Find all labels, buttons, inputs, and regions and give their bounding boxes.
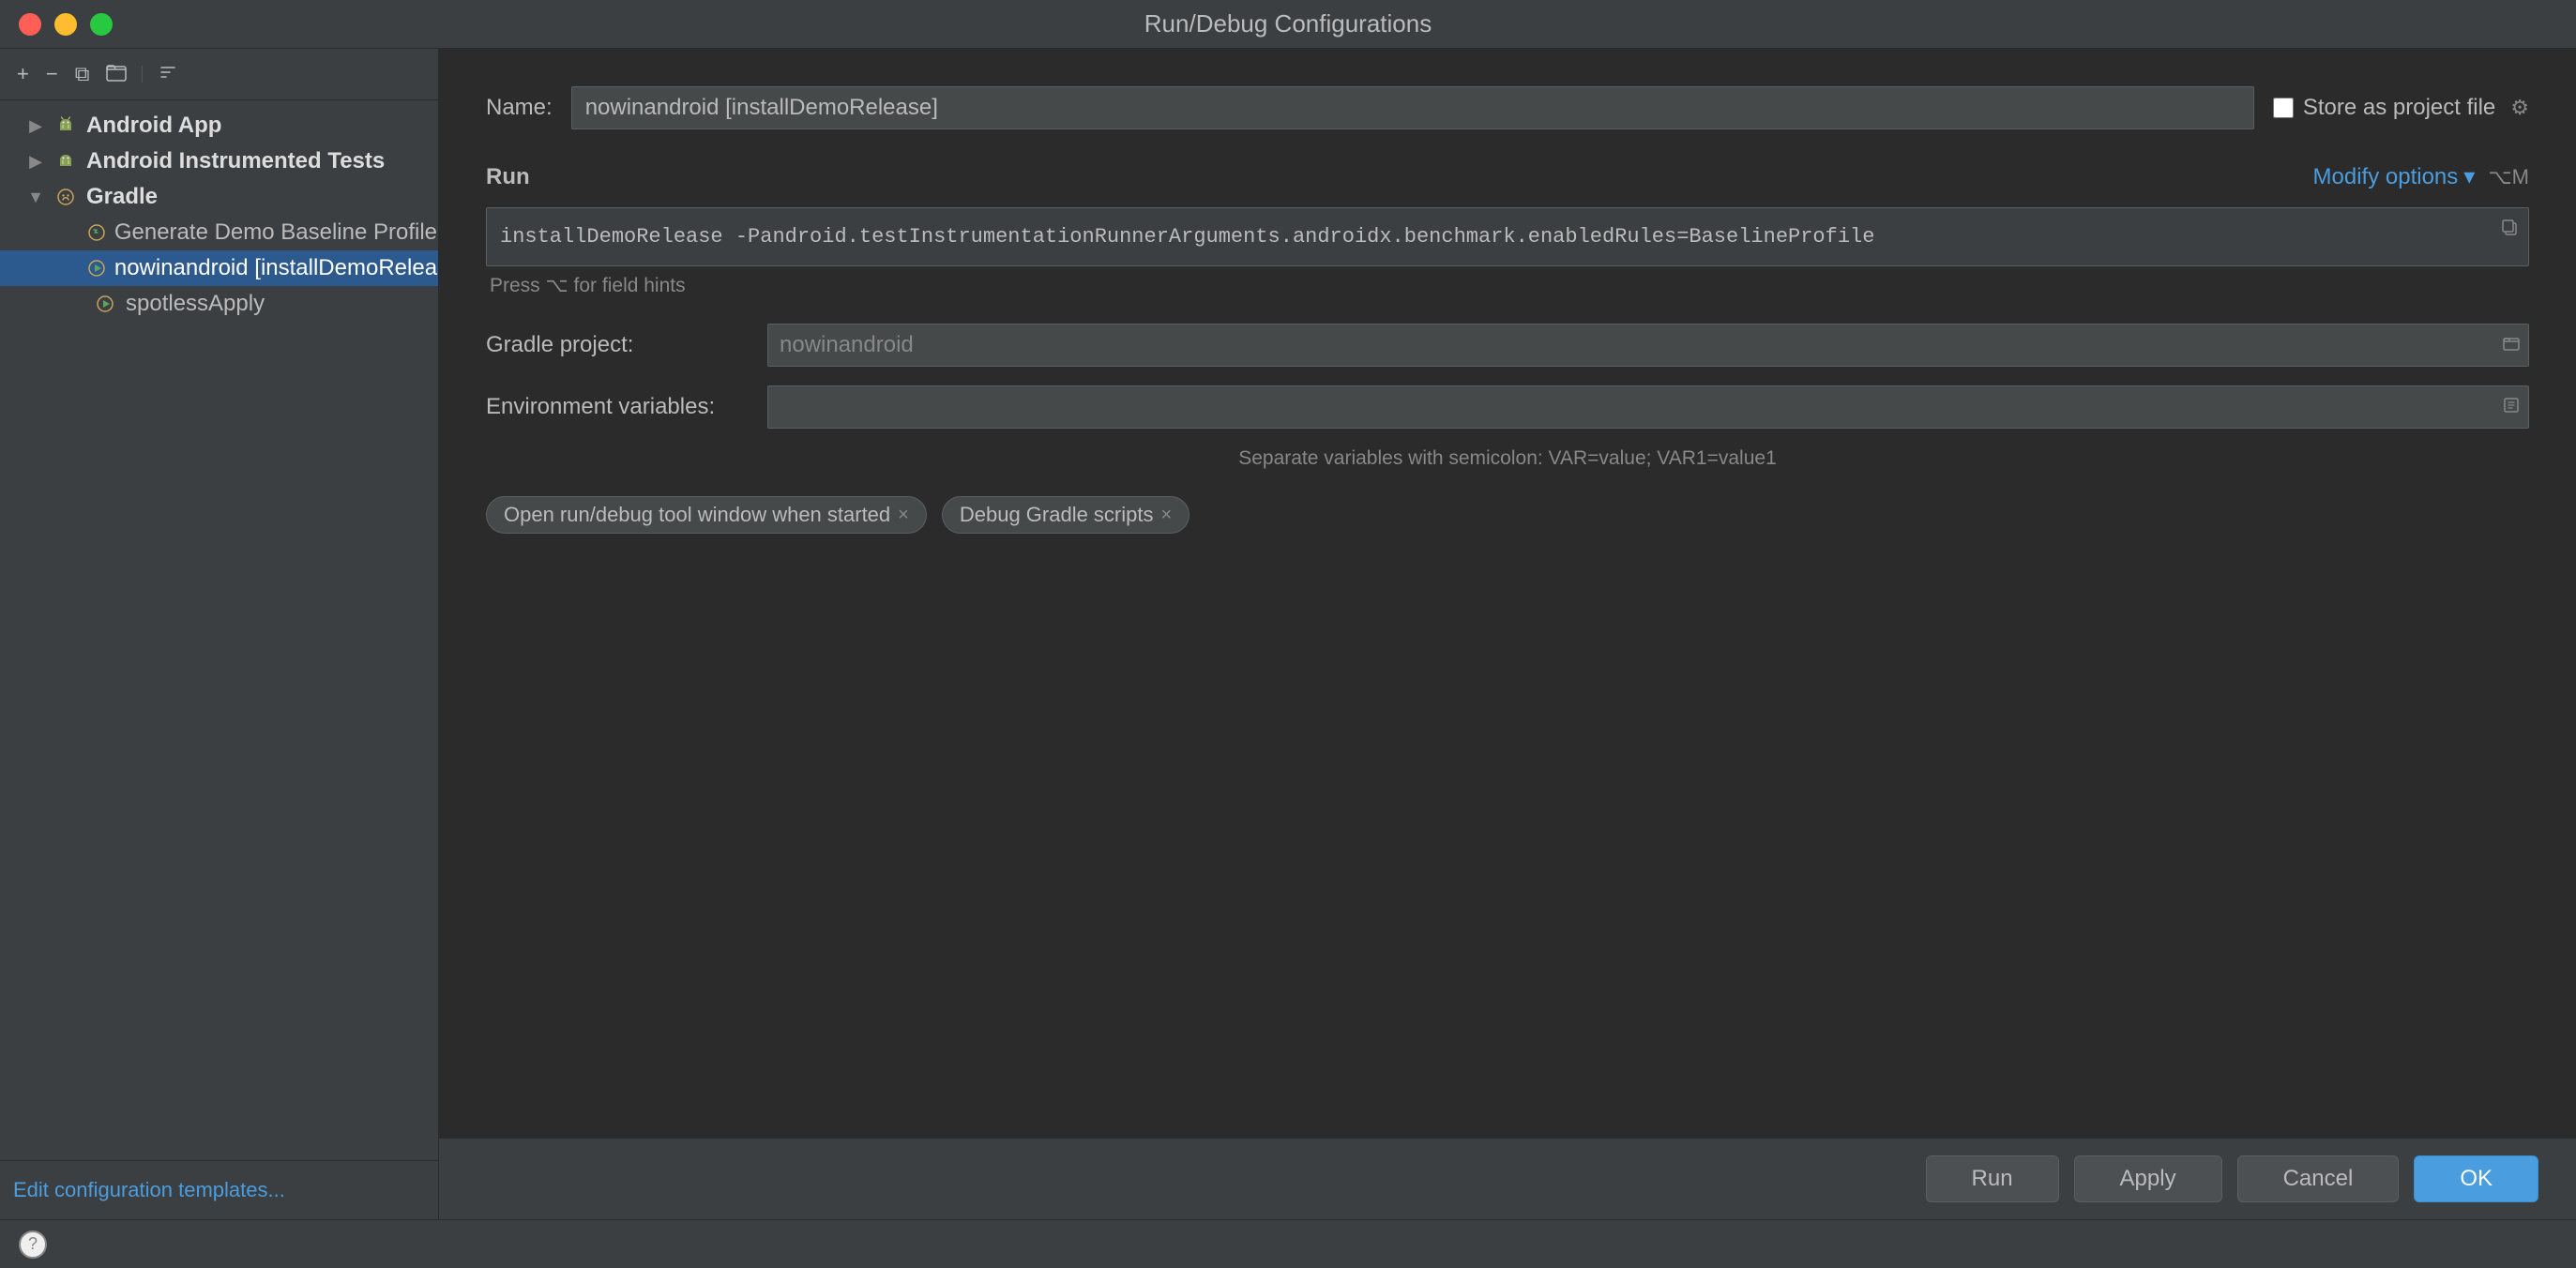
help-button[interactable]: ? (19, 1230, 47, 1259)
content-body: Name: Store as project file ⚙ Run Modify… (439, 49, 2576, 1138)
gradle-label: Gradle (86, 184, 158, 210)
run-section-header: Run Modify options ▾ ⌥M (486, 163, 2529, 190)
command-text: installDemoRelease -Pandroid.testInstrum… (500, 221, 2515, 252)
copy-config-button[interactable]: ⧉ (71, 62, 94, 86)
tag-debug-gradle: Debug Gradle scripts × (942, 496, 1190, 534)
folder-config-button[interactable] (102, 60, 130, 88)
cancel-button[interactable]: Cancel (2237, 1155, 2400, 1202)
tag-debug-gradle-close[interactable]: × (1161, 506, 1173, 524)
edit-configuration-templates-link[interactable]: Edit configuration templates... (13, 1178, 285, 1201)
close-button[interactable] (19, 13, 41, 36)
tree-item-android-app[interactable]: ▶ Android App (0, 108, 438, 143)
android-app-icon (53, 113, 79, 139)
name-label: Name: (486, 95, 553, 121)
modify-options-button[interactable]: Modify options ▾ (2313, 163, 2476, 190)
gradle-project-row: Gradle project: (486, 324, 2529, 367)
tree-item-gradle[interactable]: ▼ Gradle (0, 179, 438, 215)
semicolon-hint: Separate variables with semicolon: VAR=v… (486, 447, 2529, 470)
gradle-project-label: Gradle project: (486, 332, 767, 358)
run-button[interactable]: Run (1926, 1155, 2059, 1202)
env-variables-browse-button[interactable] (2495, 391, 2527, 423)
add-config-button[interactable]: + (13, 62, 33, 86)
tree-item-spotless-apply[interactable]: ▶ spotlessApply (0, 286, 438, 322)
name-input[interactable] (571, 86, 2254, 129)
expand-arrow-gradle: ▼ (26, 188, 45, 207)
spotless-apply-label: spotlessApply (126, 291, 265, 317)
modify-options-shortcut: ⌥M (2488, 165, 2529, 189)
tree-item-nowinandroid[interactable]: ▶ nowinandroid [installDemoRelease] (0, 250, 438, 286)
run-section-title: Run (486, 164, 530, 190)
window-title: Run/Debug Configurations (1144, 9, 1432, 38)
store-gear-icon[interactable]: ⚙ (2510, 96, 2529, 120)
env-variables-input-wrap (767, 385, 2529, 429)
tree-item-generate-demo[interactable]: ▶ Generate Demo Baseline Profile (0, 215, 438, 250)
store-as-project-checkbox[interactable] (2273, 98, 2294, 118)
env-variables-row: Environment variables: (486, 385, 2529, 429)
tags-row: Open run/debug tool window when started … (486, 496, 2529, 534)
env-variables-input[interactable] (767, 385, 2529, 429)
minimize-button[interactable] (54, 13, 77, 36)
apply-button[interactable]: Apply (2074, 1155, 2222, 1202)
android-instrumented-icon (53, 148, 79, 174)
generate-demo-icon (86, 219, 107, 246)
chevron-down-icon: ▾ (2463, 163, 2475, 190)
tree-item-android-instrumented[interactable]: ▶ Android Instrumented Tests (0, 143, 438, 179)
modify-options-area: Modify options ▾ ⌥M (2313, 163, 2529, 190)
tag-open-tool-window-label: Open run/debug tool window when started (504, 503, 890, 527)
sidebar-tree: ▶ Android App ▶ (0, 100, 438, 1160)
sidebar: + − ⧉ ▶ (0, 49, 439, 1219)
remove-config-button[interactable]: − (42, 62, 62, 86)
gradle-project-input-wrap (767, 324, 2529, 367)
titlebar: Run/Debug Configurations (0, 0, 2576, 49)
sidebar-toolbar: + − ⧉ (0, 49, 438, 100)
toolbar-separator (142, 66, 143, 83)
name-store-row: Name: Store as project file ⚙ (486, 86, 2529, 129)
gradle-project-browse-button[interactable] (2495, 329, 2527, 361)
content-area: Name: Store as project file ⚙ Run Modify… (439, 49, 2576, 1219)
gradle-project-input[interactable] (767, 324, 2529, 367)
action-buttons: Run Apply Cancel OK (439, 1138, 2576, 1219)
ok-button[interactable]: OK (2414, 1155, 2538, 1202)
main-layout: + − ⧉ ▶ (0, 49, 2576, 1219)
android-app-label: Android App (86, 113, 221, 139)
tag-open-tool-window: Open run/debug tool window when started … (486, 496, 927, 534)
command-copy-button[interactable] (2500, 218, 2519, 242)
sort-config-button[interactable] (154, 60, 182, 88)
gradle-icon (53, 184, 79, 210)
expand-arrow-android-instrumented: ▶ (26, 152, 45, 172)
traffic-lights (19, 13, 113, 36)
expand-arrow-android-app: ▶ (26, 116, 45, 136)
bottom-bar: ? (0, 1219, 2576, 1268)
tag-debug-gradle-label: Debug Gradle scripts (960, 503, 1154, 527)
store-as-project-label: Store as project file (2303, 95, 2495, 121)
env-variables-label: Environment variables: (486, 394, 767, 420)
store-as-project-row: Store as project file ⚙ (2273, 95, 2529, 121)
generate-demo-label: Generate Demo Baseline Profile (114, 219, 437, 246)
sidebar-footer: Edit configuration templates... (0, 1160, 438, 1219)
field-hint: Press ⌥ for field hints (486, 274, 2529, 297)
command-area: installDemoRelease -Pandroid.testInstrum… (486, 207, 2529, 266)
spotless-apply-icon (92, 291, 118, 317)
tag-open-tool-window-close[interactable]: × (898, 506, 909, 524)
nowinandroid-icon (86, 255, 107, 281)
maximize-button[interactable] (90, 13, 113, 36)
nowinandroid-label: nowinandroid [installDemoRelease] (114, 255, 438, 281)
android-instrumented-label: Android Instrumented Tests (86, 148, 385, 174)
